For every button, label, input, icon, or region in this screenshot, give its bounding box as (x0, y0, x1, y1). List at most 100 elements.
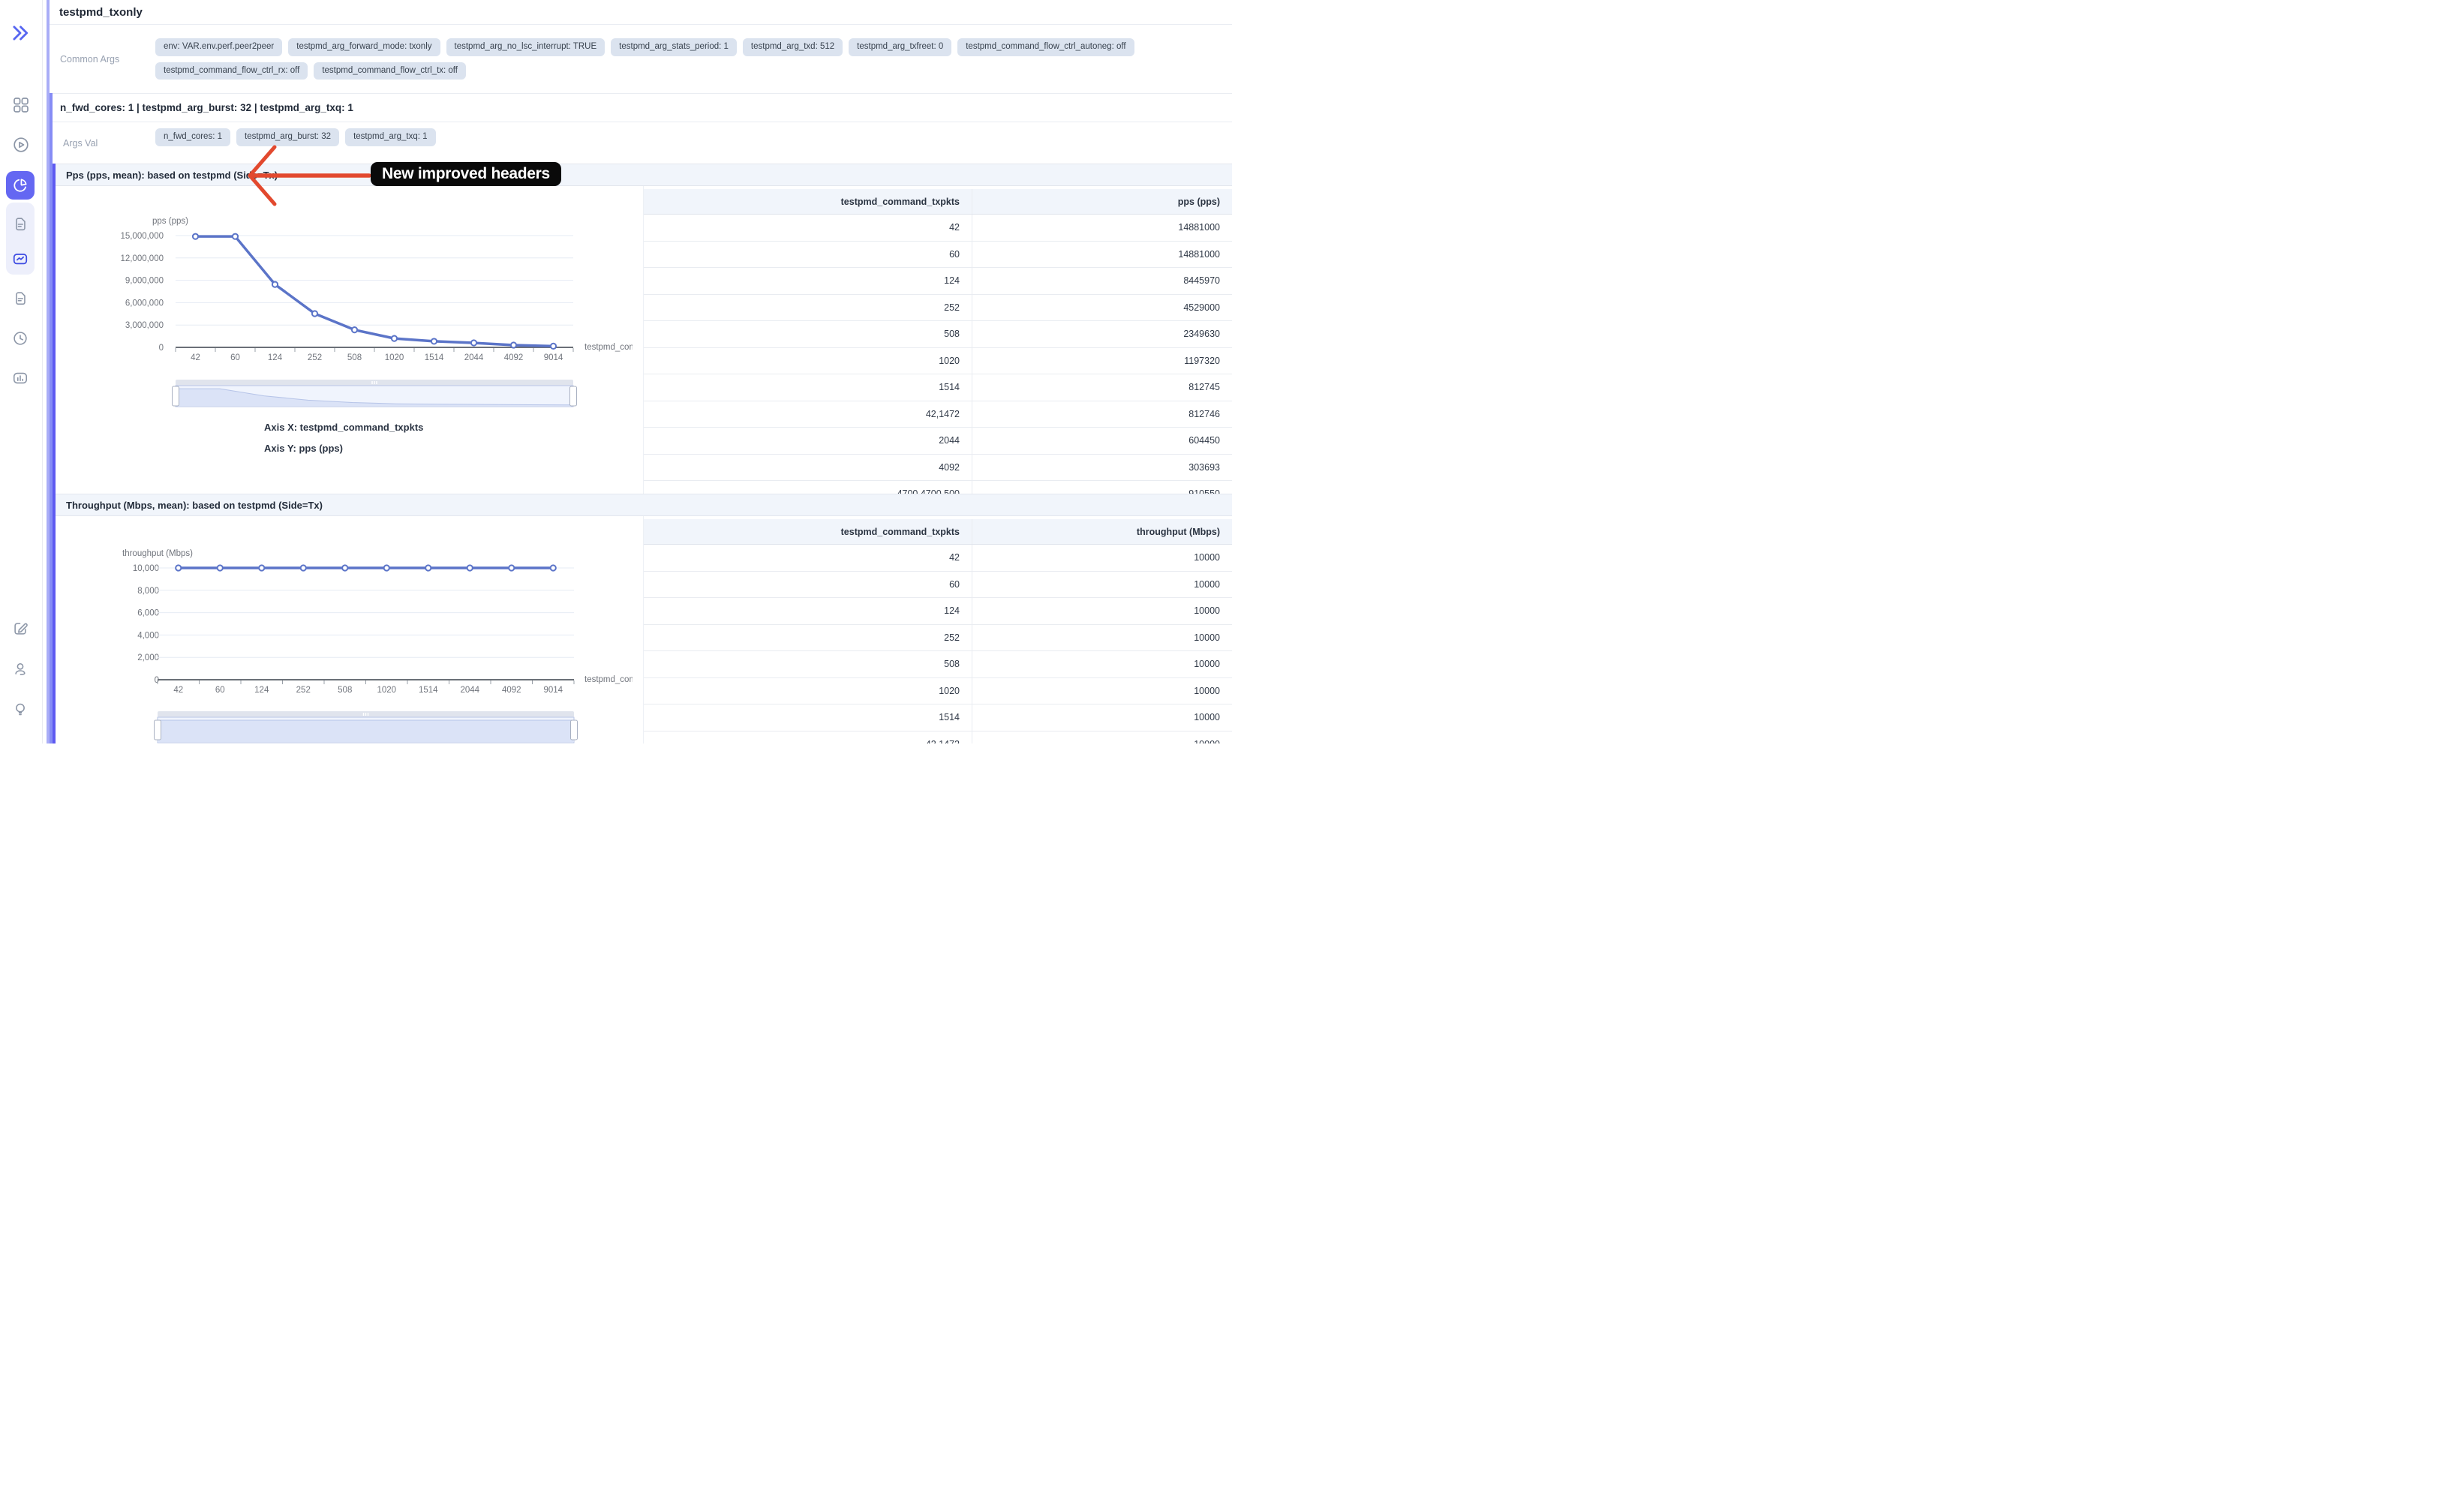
svg-text:3,000,000: 3,000,000 (125, 321, 164, 330)
datazoom-handle[interactable] (571, 720, 578, 740)
table-cell: 604450 (972, 428, 1232, 454)
table-header-row: testpmd_command_txpktsthroughput (Mbps) (644, 519, 1232, 545)
data-point (431, 338, 437, 344)
annotation-label: New improved headers (371, 162, 561, 186)
data-point (509, 565, 514, 570)
svg-text:15,000,000: 15,000,000 (120, 232, 164, 241)
nav-subgroup (6, 203, 35, 275)
table-row: 4092303693 (644, 455, 1232, 482)
throughput-card-body: testpmd_command_txpkts throughput (Mbps)… (56, 516, 1232, 744)
subsection-header[interactable]: n_fwd_cores: 1 | testpmd_arg_burst: 32 |… (53, 93, 1232, 122)
data-point (259, 565, 264, 570)
svg-text:9014: 9014 (544, 353, 563, 362)
table-cell: 42,1472 (644, 731, 972, 744)
svg-text:1020: 1020 (377, 686, 396, 695)
table-cell: 42,1472 (644, 401, 972, 428)
data-point (312, 311, 317, 316)
datazoom-handle[interactable] (570, 386, 577, 406)
table-row: 2044604450 (644, 428, 1232, 455)
arg-chip: testpmd_command_flow_ctrl_autoneg: off (957, 38, 1134, 56)
table-row: 6014881000 (644, 242, 1232, 269)
common-args-row: Common Args env: VAR.env.perf.peer2peert… (50, 25, 1232, 94)
bar-chart-icon[interactable] (12, 370, 29, 386)
table-cell: 42 (644, 215, 972, 241)
data-point (384, 565, 389, 570)
table-cell: 14881000 (972, 242, 1232, 268)
svg-text:8,000: 8,000 (137, 587, 159, 596)
arg-chip: n_fwd_cores: 1 (155, 128, 230, 146)
dashboard-grid-icon[interactable] (12, 96, 30, 114)
edit-icon[interactable] (12, 620, 29, 637)
datazoom-handle[interactable] (155, 720, 161, 740)
play-circle-icon[interactable] (12, 136, 30, 154)
table-row: 50810000 (644, 651, 1232, 678)
svg-text:2044: 2044 (460, 686, 479, 695)
table-row: 42,147210000 (644, 731, 1232, 744)
table-cell: 10000 (972, 545, 1232, 571)
svg-text:2,000: 2,000 (137, 653, 159, 662)
table-cell: 10000 (972, 678, 1232, 704)
svg-text:42: 42 (173, 686, 183, 695)
table-cell: 1514 (644, 374, 972, 401)
svg-text:6,000: 6,000 (137, 609, 159, 618)
data-point (511, 342, 516, 347)
table-row: 151410000 (644, 704, 1232, 731)
svg-text:6,000,000: 6,000,000 (125, 299, 164, 308)
trend-line-icon[interactable] (12, 251, 29, 267)
svg-text:1514: 1514 (425, 353, 444, 362)
table-cell: 10000 (972, 625, 1232, 651)
table-cell: 10000 (972, 704, 1232, 731)
table-cell: 2349630 (972, 321, 1232, 347)
svg-text:9014: 9014 (543, 686, 563, 695)
pie-chart-icon (12, 177, 29, 194)
table-cell: 10000 (972, 598, 1232, 624)
arg-chip: testpmd_arg_txd: 512 (743, 38, 843, 56)
document-icon[interactable] (12, 290, 29, 307)
lightbulb-icon[interactable] (12, 701, 29, 717)
table-row: 12410000 (644, 598, 1232, 625)
table-row: 4210000 (644, 545, 1232, 572)
svg-text:252: 252 (308, 353, 322, 362)
svg-text:pps (pps): pps (pps) (152, 217, 188, 226)
table-cell: 8445970 (972, 268, 1232, 294)
table-row: 42,1472812746 (644, 401, 1232, 428)
arg-chip: testpmd_arg_no_lsc_interrupt: TRUE (446, 38, 605, 56)
throughput-table-panel: testpmd_command_txpktsthroughput (Mbps)4… (643, 516, 1232, 744)
svg-text:42: 42 (191, 353, 200, 362)
table-cell: 910550 (972, 481, 1232, 494)
subsection-title: n_fwd_cores: 1 | testpmd_arg_burst: 32 |… (60, 102, 353, 113)
table-cell: 1514 (644, 704, 972, 731)
svg-text:9,000,000: 9,000,000 (125, 277, 164, 286)
throughput-card-header[interactable]: Throughput (Mbps, mean): based on testpm… (56, 494, 1232, 516)
data-point (392, 336, 397, 341)
table-cell: 812745 (972, 374, 1232, 401)
table-row: 2524529000 (644, 295, 1232, 322)
app: testpmd_txonly Common Args env: VAR.env.… (0, 0, 1232, 744)
table-cell: 252 (644, 625, 972, 651)
panel-title-row[interactable]: testpmd_txonly (50, 0, 1232, 25)
table-cell: 60 (644, 572, 972, 598)
datazoom-handle[interactable] (173, 386, 179, 406)
svg-text:1020: 1020 (385, 353, 404, 362)
annotation-arrow-icon (245, 143, 374, 212)
table-cell: 42 (644, 545, 972, 571)
svg-text:252: 252 (296, 686, 311, 695)
pie-chart-nav-button[interactable] (6, 171, 35, 200)
table-header-cell: pps (pps) (972, 189, 1232, 214)
table-row: 4214881000 (644, 215, 1232, 242)
document-icon[interactable] (12, 216, 29, 233)
table-header-row: testpmd_command_txpktspps (pps) (644, 189, 1232, 215)
throughput-chart-panel: testpmd_command_txpkts throughput (Mbps)… (56, 516, 643, 744)
args-val-label: Args Val (63, 138, 98, 149)
svg-text:12,000,000: 12,000,000 (120, 254, 164, 263)
line-chart: throughput (Mbps)02,0004,0006,0008,00010… (56, 516, 643, 744)
expand-sidebar-icon[interactable] (11, 23, 30, 43)
user-icon[interactable] (12, 661, 29, 677)
charts-section: Pps (pps, mean): based on testpmd (Side=… (53, 164, 1232, 744)
clock-icon[interactable] (12, 330, 29, 347)
data-point (467, 565, 473, 570)
svg-text:0: 0 (159, 344, 164, 353)
svg-text:4,000: 4,000 (137, 631, 159, 640)
pps-card-header[interactable]: Pps (pps, mean): based on testpmd (Side=… (56, 164, 1232, 186)
table-cell: 252 (644, 295, 972, 321)
